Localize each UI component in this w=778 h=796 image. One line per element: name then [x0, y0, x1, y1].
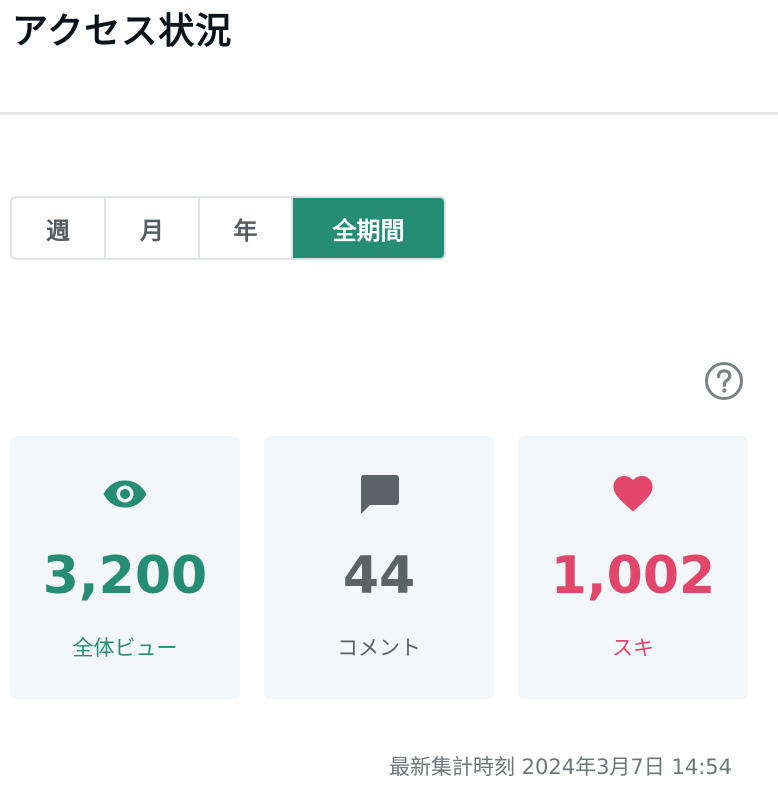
views-card: 3,200 全体ビュー: [10, 436, 240, 699]
comments-label: コメント: [337, 636, 421, 660]
help-button[interactable]: [704, 361, 744, 401]
tab-all-time[interactable]: 全期間: [293, 198, 444, 258]
eye-icon: [103, 480, 147, 508]
comment-icon: [361, 475, 399, 514]
likes-card: 1,002 スキ: [518, 436, 748, 699]
heart-icon: [613, 476, 653, 512]
last-updated-timestamp: 最新集計時刻 2024年3月7日 14:54: [388, 755, 732, 779]
page-title: アクセス状況: [12, 11, 233, 52]
question-circle-icon: [705, 362, 743, 400]
comments-count: 44: [342, 546, 416, 606]
tab-year[interactable]: 年: [200, 198, 293, 258]
tab-week[interactable]: 週: [12, 198, 106, 258]
period-tabs: 週 月 年 全期間: [10, 196, 446, 260]
header-divider: [0, 112, 778, 115]
comments-card: 44 コメント: [264, 436, 494, 699]
views-label: 全体ビュー: [72, 636, 178, 660]
tab-month[interactable]: 月: [106, 198, 200, 258]
likes-label: スキ: [612, 636, 654, 660]
views-count: 3,200: [42, 546, 208, 606]
likes-count: 1,002: [550, 546, 716, 606]
